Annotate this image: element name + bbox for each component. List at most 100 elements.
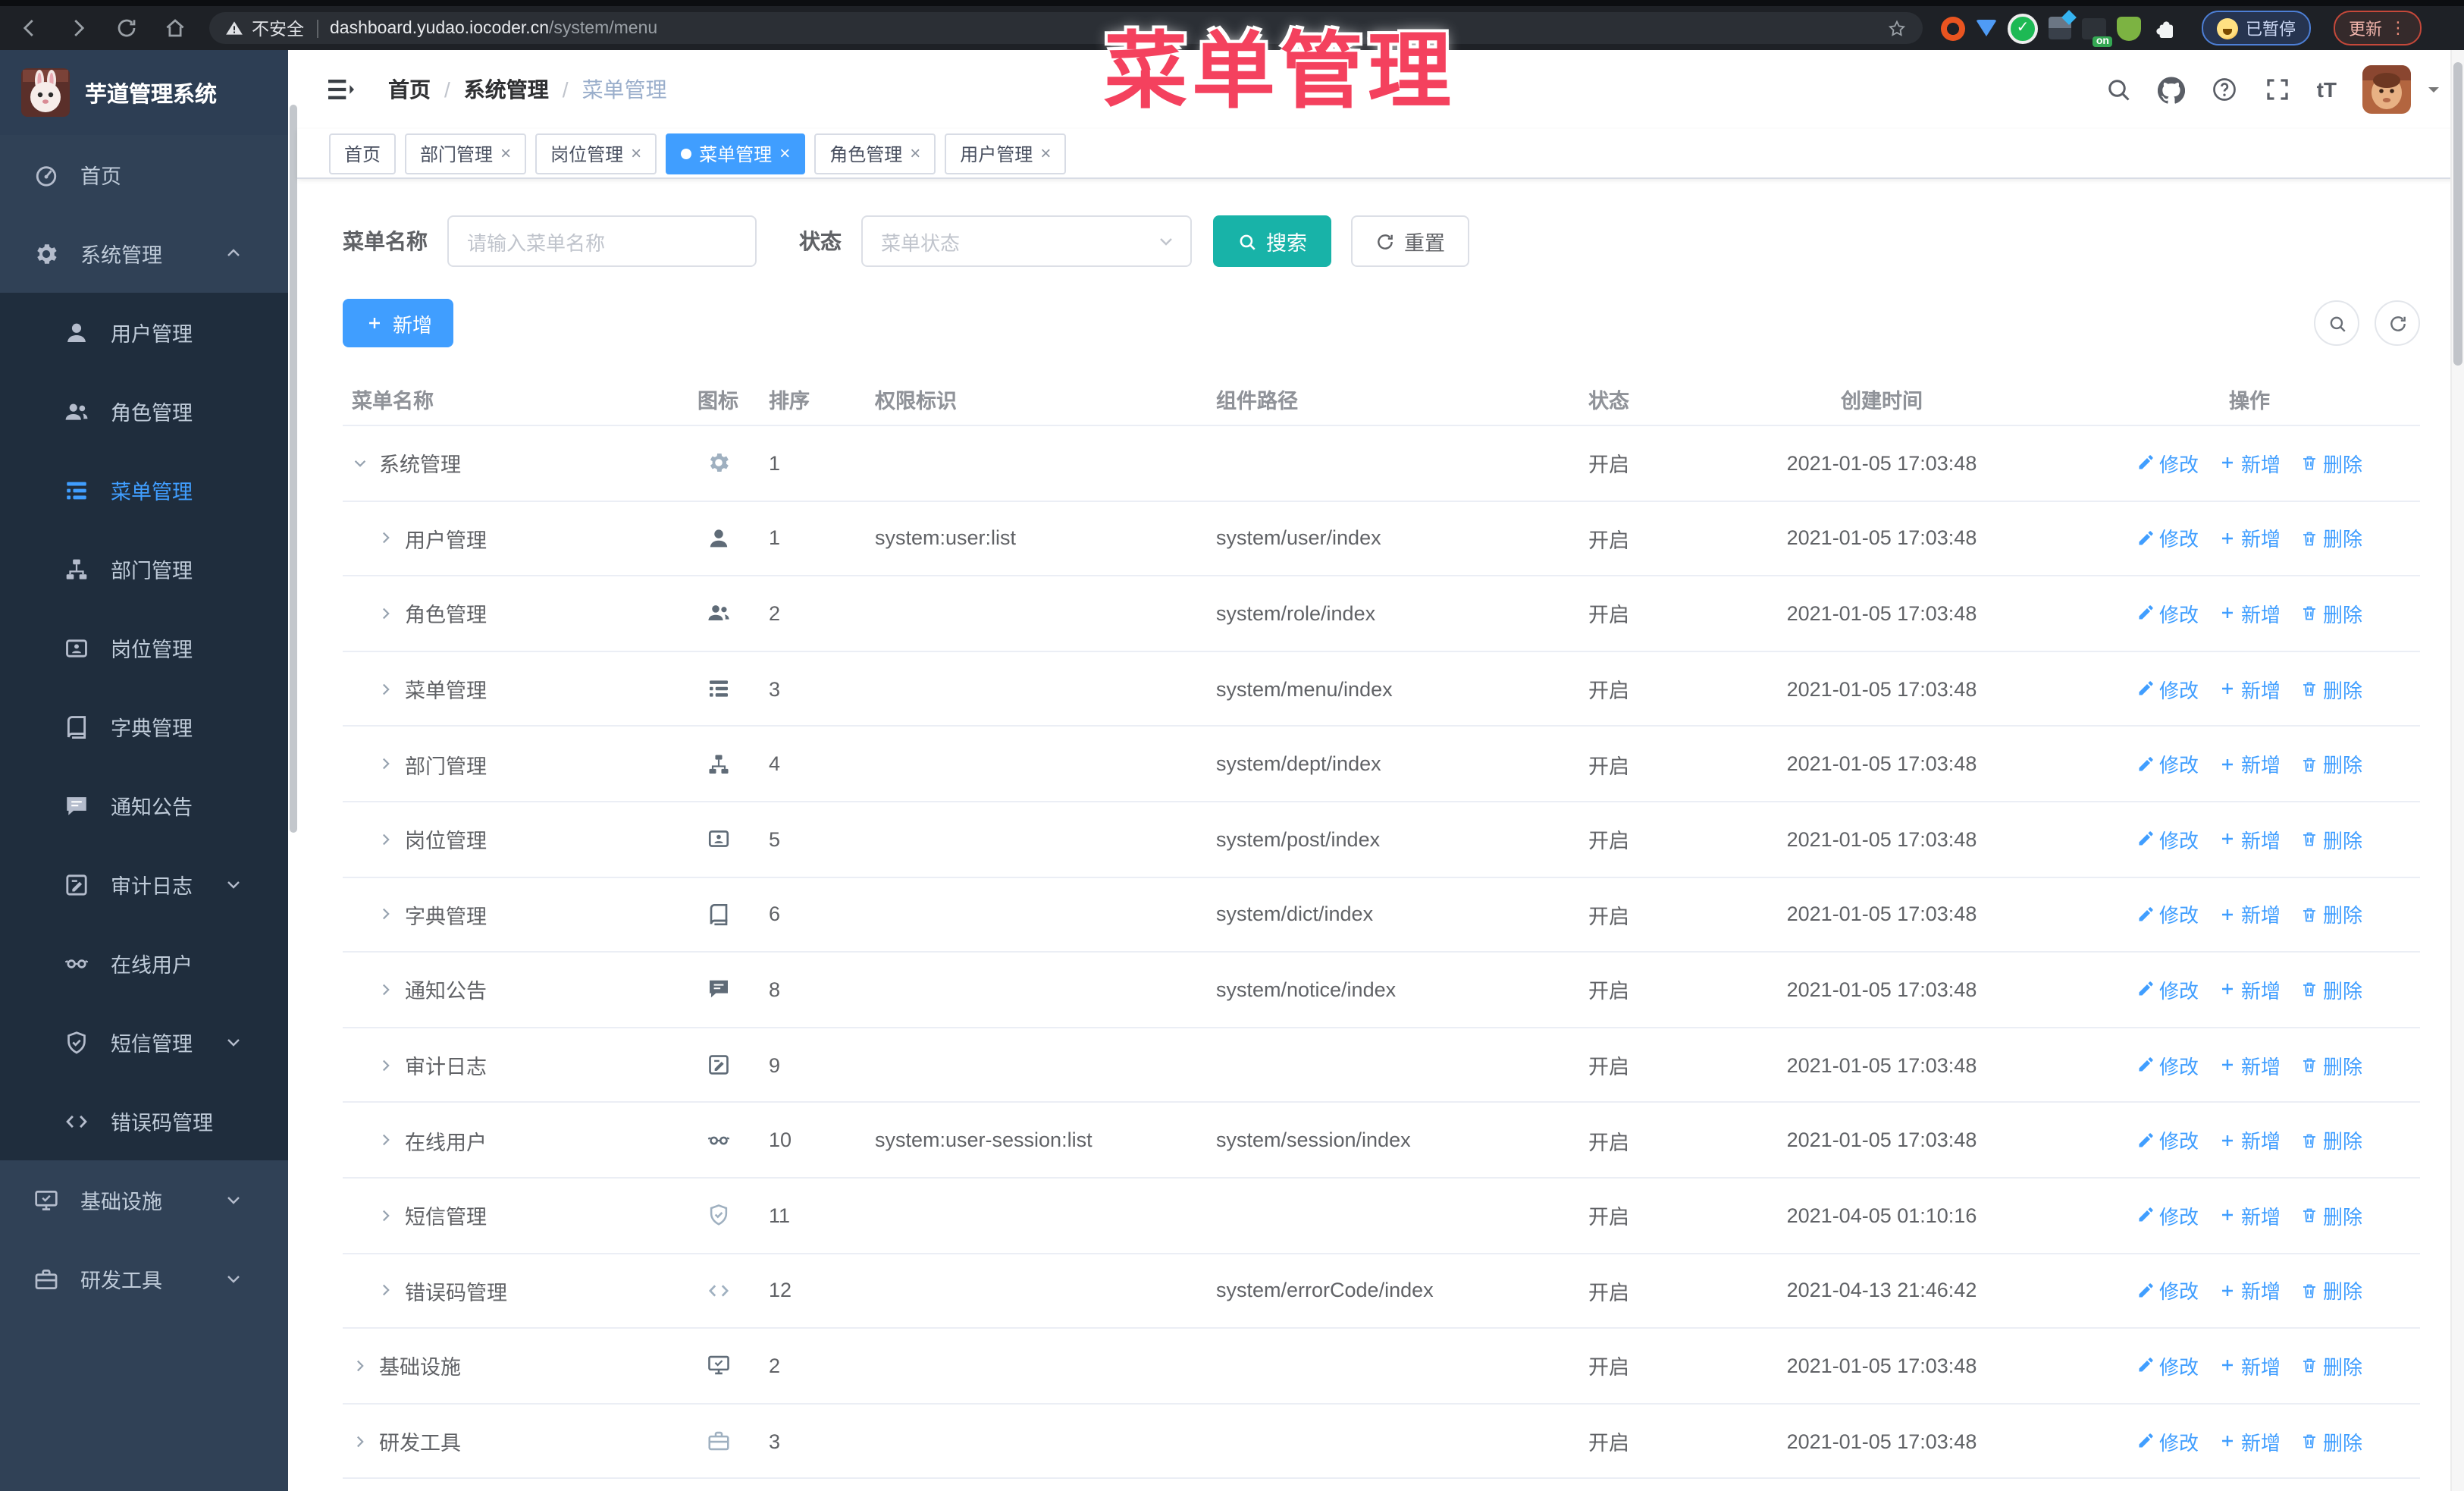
tab-岗位管理[interactable]: 岗位管理 × [535,133,657,174]
row-action-修改[interactable]: 修改 [2136,449,2199,478]
browser-back-icon[interactable] [9,8,49,48]
tab-菜单管理[interactable]: 菜单管理 × [666,133,806,174]
expand-caret-icon[interactable] [378,981,394,998]
row-action-新增[interactable]: 新增 [2218,1050,2281,1079]
row-action-新增[interactable]: 新增 [2218,524,2281,553]
row-action-修改[interactable]: 修改 [2136,599,2199,628]
tab-用户管理[interactable]: 用户管理 × [945,133,1067,174]
row-action-删除[interactable]: 删除 [2300,975,2362,1004]
extension-on-badge-icon[interactable] [2082,17,2112,46]
sidebar-toggle-icon[interactable] [324,74,355,105]
expand-caret-icon[interactable] [378,530,394,547]
github-icon[interactable] [2157,76,2185,103]
extension-grid-icon[interactable] [2049,17,2071,39]
row-action-删除[interactable]: 删除 [2300,900,2362,929]
sidebar-item-审计日志[interactable]: 审计日志 [0,845,297,924]
row-action-修改[interactable]: 修改 [2136,524,2199,553]
window-scrollbar-thumb[interactable] [2453,62,2462,366]
extensions-puzzle-icon[interactable] [2152,16,2176,40]
row-action-新增[interactable]: 新增 [2218,449,2281,478]
font-size-icon[interactable]: tT [2317,77,2337,102]
reset-button[interactable]: 重置 [1351,215,1469,267]
tab-部门管理[interactable]: 部门管理 × [405,133,527,174]
sidebar-scrollbar-thumb[interactable] [289,105,296,833]
row-action-删除[interactable]: 删除 [2300,825,2362,854]
row-action-删除[interactable]: 删除 [2300,1351,2362,1380]
add-button[interactable]: 新增 [343,299,454,347]
expand-caret-icon[interactable] [378,605,394,622]
row-action-修改[interactable]: 修改 [2136,1276,2199,1305]
close-tab-icon[interactable]: × [631,144,641,162]
row-action-修改[interactable]: 修改 [2136,1351,2199,1380]
row-action-修改[interactable]: 修改 [2136,1125,2199,1154]
extension-ring-icon[interactable] [1941,16,1965,40]
row-action-修改[interactable]: 修改 [2136,900,2199,929]
breadcrumb-home[interactable]: 首页 [388,74,431,105]
sidebar-item-角色管理[interactable]: 角色管理 [0,372,297,450]
browser-forward-icon[interactable] [58,8,97,48]
address-bar[interactable]: 不安全 dashboard.yudao.iocoder.cn/system/me… [209,12,1923,44]
close-tab-icon[interactable]: × [500,144,511,162]
sidebar-item-首页[interactable]: 首页 [0,135,297,214]
sidebar-item-通知公告[interactable]: 通知公告 [0,766,297,845]
sidebar-item-研发工具[interactable]: 研发工具 [0,1239,297,1318]
row-action-修改[interactable]: 修改 [2136,825,2199,854]
row-action-删除[interactable]: 删除 [2300,1276,2362,1305]
row-action-修改[interactable]: 修改 [2136,674,2199,703]
toggle-search-button[interactable] [2314,300,2359,346]
expand-caret-icon[interactable] [352,1358,368,1374]
breadcrumb-system[interactable]: 系统管理 [464,74,549,105]
expand-caret-icon[interactable] [378,1056,394,1073]
browser-home-icon[interactable] [155,8,194,48]
avatar-caret-down-icon[interactable] [2425,80,2443,99]
row-action-修改[interactable]: 修改 [2136,1050,2199,1079]
row-action-新增[interactable]: 新增 [2218,599,2281,628]
row-action-新增[interactable]: 新增 [2218,1276,2281,1305]
close-tab-icon[interactable]: × [779,144,790,162]
fullscreen-icon[interactable] [2264,76,2291,103]
menu-name-input[interactable]: 请输入菜单名称 [447,215,757,267]
row-action-新增[interactable]: 新增 [2218,749,2281,778]
sidebar-item-部门管理[interactable]: 部门管理 [0,529,297,608]
tab-首页[interactable]: 首页 [329,133,397,174]
help-icon[interactable] [2211,76,2238,103]
expand-caret-icon[interactable] [378,831,394,848]
tab-角色管理[interactable]: 角色管理 × [814,133,936,174]
sidebar-item-基础设施[interactable]: 基础设施 [0,1160,297,1239]
row-action-新增[interactable]: 新增 [2218,825,2281,854]
row-action-删除[interactable]: 删除 [2300,674,2362,703]
row-action-新增[interactable]: 新增 [2218,674,2281,703]
sidebar-item-错误码管理[interactable]: 错误码管理 [0,1081,297,1160]
sidebar-scrollbar[interactable] [288,50,297,1491]
refresh-table-button[interactable] [2375,300,2420,346]
row-action-新增[interactable]: 新增 [2218,900,2281,929]
row-action-修改[interactable]: 修改 [2136,749,2199,778]
sidebar-item-系统管理[interactable]: 系统管理 [0,214,297,293]
user-avatar[interactable] [2362,65,2411,114]
row-action-删除[interactable]: 删除 [2300,449,2362,478]
row-action-删除[interactable]: 删除 [2300,1427,2362,1455]
expand-caret-icon[interactable] [378,1282,394,1299]
sidebar-item-短信管理[interactable]: 短信管理 [0,1003,297,1081]
row-action-新增[interactable]: 新增 [2218,1351,2281,1380]
status-select[interactable]: 菜单状态 [861,215,1192,267]
expand-caret-icon[interactable] [352,455,368,472]
sidebar-item-岗位管理[interactable]: 岗位管理 [0,608,297,687]
row-action-新增[interactable]: 新增 [2218,975,2281,1004]
bookmark-star-icon[interactable] [1886,17,1908,39]
sidebar-logo[interactable]: 芋道管理系统 [0,50,297,135]
expand-caret-icon[interactable] [378,680,394,697]
sidebar-item-字典管理[interactable]: 字典管理 [0,687,297,766]
row-action-修改[interactable]: 修改 [2136,975,2199,1004]
chrome-update-button[interactable]: 更新 ⋮ [2334,11,2422,46]
close-tab-icon[interactable]: × [1040,144,1051,162]
extension-check-icon[interactable]: ✓ [2008,13,2038,43]
row-action-新增[interactable]: 新增 [2218,1427,2281,1455]
header-search-icon[interactable] [2105,76,2132,103]
sidebar-item-在线用户[interactable]: 在线用户 [0,924,297,1003]
extension-robot-icon[interactable] [2117,16,2141,40]
extension-gem-icon[interactable] [1976,20,1997,36]
expand-caret-icon[interactable] [378,1132,394,1148]
search-button[interactable]: 搜索 [1213,215,1331,267]
row-action-新增[interactable]: 新增 [2218,1125,2281,1154]
